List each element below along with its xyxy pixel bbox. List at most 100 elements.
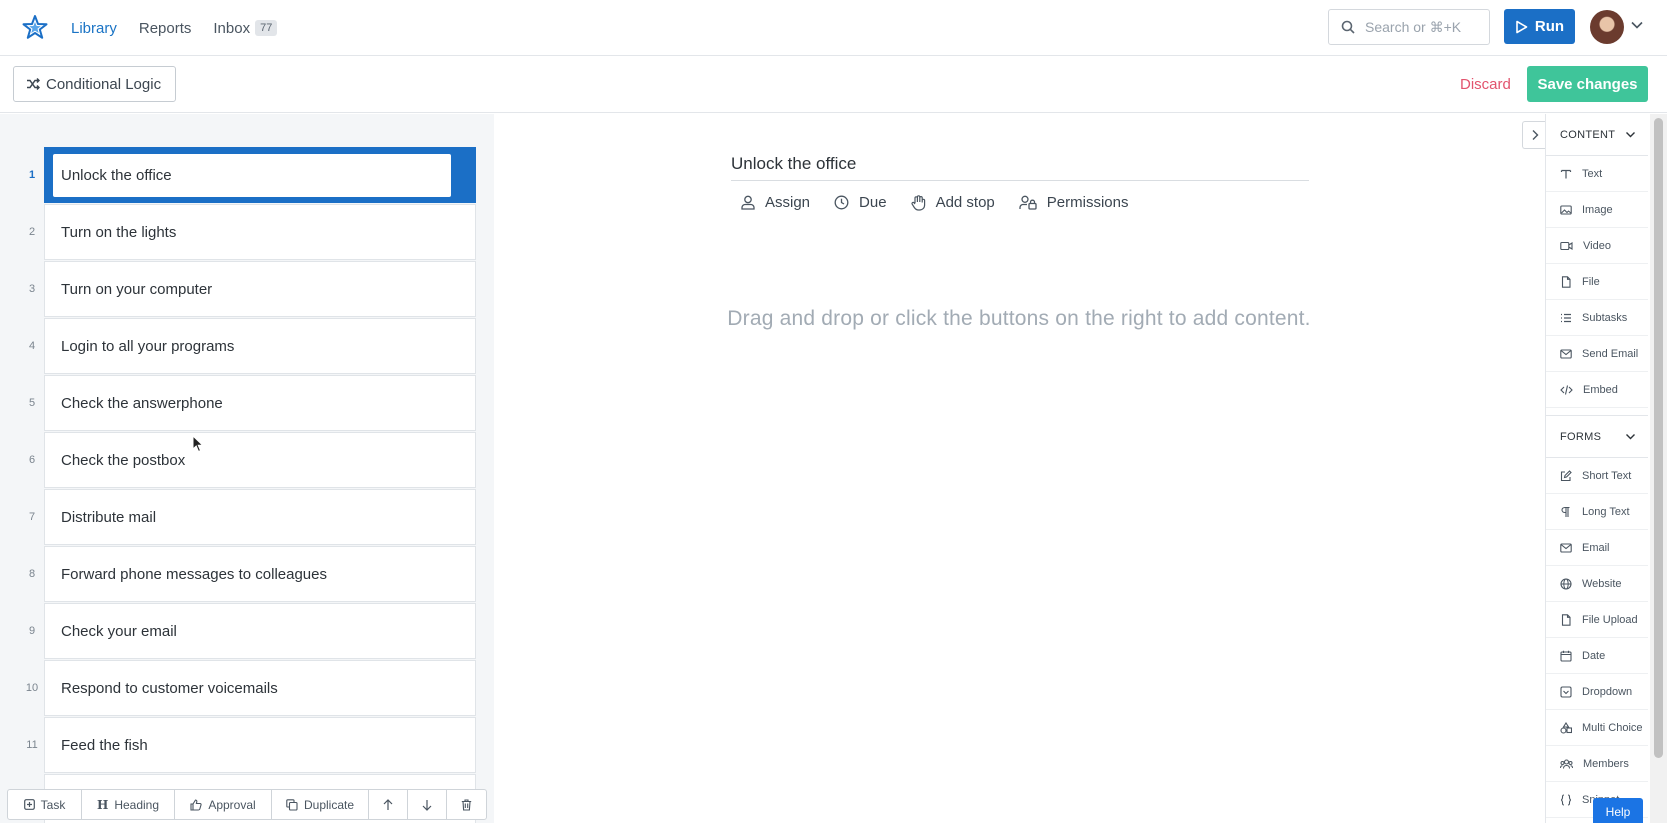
- task-number: 2: [28, 226, 36, 238]
- widget-email[interactable]: Email: [1546, 530, 1648, 566]
- nav-library[interactable]: Library: [71, 20, 117, 37]
- task-card[interactable]: Unlock the office: [44, 147, 476, 203]
- duplicate-label: Duplicate: [303, 797, 355, 812]
- task-card[interactable]: Check your email: [44, 603, 476, 659]
- task-card[interactable]: Turn on the lights: [44, 204, 476, 260]
- star-logo-icon[interactable]: [22, 14, 48, 40]
- widget-text[interactable]: Text: [1546, 156, 1648, 192]
- widget-label: Date: [1582, 649, 1606, 662]
- widget-label: Text: [1582, 167, 1603, 180]
- duplicate-button[interactable]: Duplicate: [272, 790, 369, 819]
- forms-section-header[interactable]: FORMS: [1546, 416, 1648, 458]
- widget-label: Long Text: [1582, 505, 1630, 518]
- braces-icon: [1560, 793, 1572, 806]
- task-row[interactable]: 5 Check the answerphone: [0, 375, 494, 432]
- task-row[interactable]: 9 Check your email: [0, 603, 494, 660]
- task-row[interactable]: 3 Turn on your computer: [0, 261, 494, 318]
- add-task-label: Task: [40, 797, 66, 812]
- widget-subtasks[interactable]: Subtasks: [1546, 300, 1648, 336]
- due-button[interactable]: Due: [834, 194, 887, 211]
- widget-send-email[interactable]: Send Email: [1546, 336, 1648, 372]
- main-nav: Library Reports Inbox 77: [71, 0, 278, 56]
- discard-button[interactable]: Discard: [1460, 76, 1511, 93]
- shuffle-icon: [27, 77, 40, 91]
- add-stop-button[interactable]: Add stop: [910, 194, 995, 211]
- widget-file-upload[interactable]: File Upload: [1546, 602, 1648, 638]
- assign-button[interactable]: Assign: [741, 194, 810, 211]
- add-task-button[interactable]: Task: [8, 790, 82, 819]
- task-card[interactable]: Respond to customer voicemails: [44, 660, 476, 716]
- task-title-input[interactable]: Unlock the office: [53, 153, 451, 197]
- task-action-bar: Task H Heading Approval Duplicate: [7, 789, 487, 820]
- permissions-button[interactable]: Permissions: [1019, 194, 1128, 211]
- task-row[interactable]: 6 Check the postbox: [0, 432, 494, 489]
- task-card[interactable]: Check the postbox: [44, 432, 476, 488]
- scrollbar-thumb[interactable]: [1654, 118, 1663, 758]
- clock-icon: [834, 195, 849, 210]
- task-number: 10: [25, 682, 39, 694]
- widget-multi-choice[interactable]: Multi Choice: [1546, 710, 1648, 746]
- task-card[interactable]: Feed the fish: [44, 717, 476, 773]
- user-lock-icon: [1019, 195, 1037, 210]
- add-heading-button[interactable]: H Heading: [82, 790, 175, 819]
- step-title-input[interactable]: Unlock the office: [731, 154, 1309, 181]
- task-card[interactable]: Turn on your computer: [44, 261, 476, 317]
- widget-long-text[interactable]: Long Text: [1546, 494, 1648, 530]
- widget-members[interactable]: Members: [1546, 746, 1648, 782]
- panel-scrollbar[interactable]: [1650, 114, 1667, 823]
- task-row[interactable]: 11 Feed the fish: [0, 717, 494, 774]
- task-row[interactable]: 8 Forward phone messages to colleagues: [0, 546, 494, 603]
- content-section-label: CONTENT: [1560, 128, 1616, 141]
- section-divider: [1546, 408, 1648, 416]
- task-row[interactable]: 2 Turn on the lights: [0, 204, 494, 261]
- task-row[interactable]: 1 Unlock the office: [0, 147, 494, 204]
- content-dropzone[interactable]: Drag and drop or click the buttons on th…: [494, 307, 1544, 331]
- nav-reports[interactable]: Reports: [139, 20, 192, 37]
- search-box[interactable]: [1328, 9, 1490, 45]
- inbox-count-badge: 77: [255, 20, 278, 36]
- widget-date[interactable]: Date: [1546, 638, 1648, 674]
- save-changes-button[interactable]: Save changes: [1527, 66, 1648, 102]
- widget-label: Short Text: [1582, 469, 1632, 482]
- envelope-icon: [1560, 348, 1572, 359]
- move-down-button[interactable]: [408, 790, 447, 819]
- code-icon: [1560, 384, 1573, 395]
- run-button[interactable]: Run: [1504, 9, 1575, 44]
- collapse-panel-button[interactable]: [1522, 121, 1546, 149]
- content-section-header[interactable]: CONTENT: [1546, 114, 1648, 156]
- task-row[interactable]: 4 Login to all your programs: [0, 318, 494, 375]
- widget-dropdown[interactable]: Dropdown: [1546, 674, 1648, 710]
- search-input[interactable]: [1365, 19, 1475, 35]
- copy-icon: [286, 798, 298, 811]
- thumbs-up-icon: [190, 798, 202, 811]
- task-row[interactable]: 10 Respond to customer voicemails: [0, 660, 494, 717]
- run-label: Run: [1534, 18, 1565, 35]
- widget-short-text[interactable]: Short Text: [1546, 458, 1648, 494]
- task-number: 6: [28, 454, 36, 466]
- widget-image[interactable]: Image: [1546, 192, 1648, 228]
- widget-embed[interactable]: Embed: [1546, 372, 1648, 408]
- task-number: 7: [28, 511, 36, 523]
- add-approval-button[interactable]: Approval: [175, 790, 272, 819]
- conditional-logic-button[interactable]: Conditional Logic: [13, 66, 176, 102]
- task-row[interactable]: 7 Distribute mail: [0, 489, 494, 546]
- chevron-down-icon[interactable]: [1630, 18, 1644, 32]
- chevron-down-icon: [1626, 434, 1635, 440]
- chevron-down-icon: [1626, 132, 1635, 138]
- move-up-button[interactable]: [369, 790, 408, 819]
- task-card[interactable]: Login to all your programs: [44, 318, 476, 374]
- widget-label: File: [1582, 275, 1600, 288]
- widget-file[interactable]: File: [1546, 264, 1648, 300]
- widget-website[interactable]: Website: [1546, 566, 1648, 602]
- avatar[interactable]: [1590, 10, 1624, 44]
- task-card[interactable]: Distribute mail: [44, 489, 476, 545]
- task-card[interactable]: Check the answerphone: [44, 375, 476, 431]
- delete-button[interactable]: [447, 790, 486, 819]
- widget-video[interactable]: Video: [1546, 228, 1648, 264]
- nav-inbox[interactable]: Inbox 77: [213, 20, 278, 37]
- forms-section-label: FORMS: [1560, 430, 1602, 443]
- task-card[interactable]: Forward phone messages to colleagues: [44, 546, 476, 602]
- help-button[interactable]: Help: [1593, 798, 1643, 823]
- top-nav-bar: Library Reports Inbox 77 Run: [0, 0, 1667, 56]
- arrow-down-icon: [422, 799, 432, 811]
